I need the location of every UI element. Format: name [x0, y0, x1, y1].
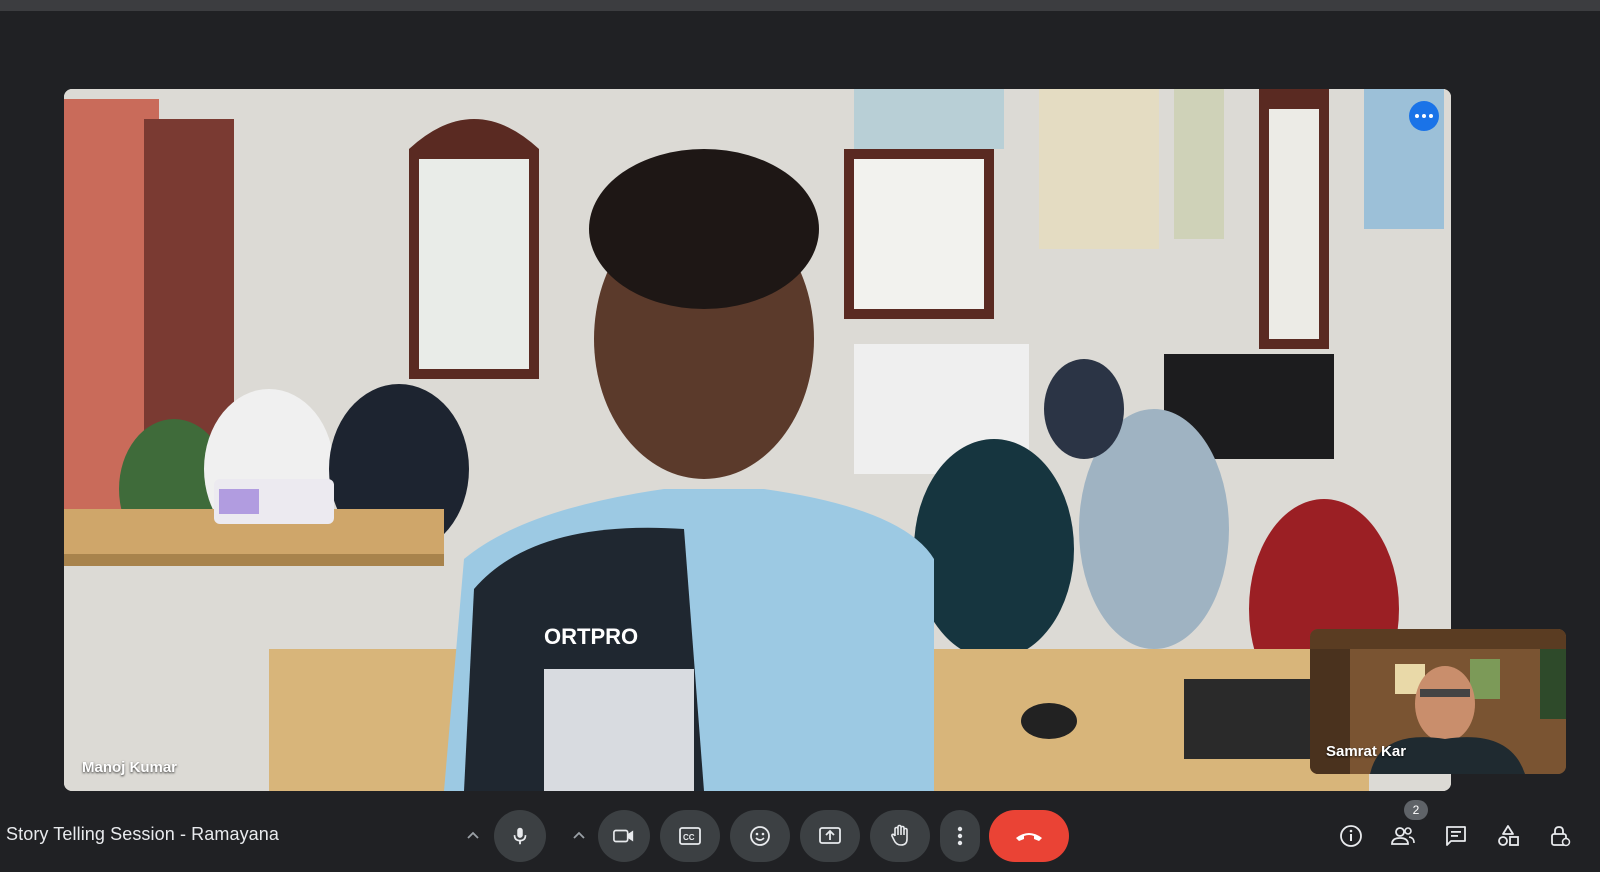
leave-call-button[interactable]: [989, 810, 1069, 862]
info-icon: [1340, 825, 1362, 847]
camera-button[interactable]: [598, 810, 650, 862]
activities-icon: [1498, 825, 1519, 846]
chevron-up-icon: [573, 831, 585, 839]
video-frame-classroom: ORTPRO: [64, 89, 1451, 791]
self-view-video[interactable]: Samrat Kar: [1310, 629, 1566, 774]
meeting-title: Story Telling Session - Ramayana: [6, 824, 279, 844]
raise-hand-icon: [891, 824, 908, 846]
present-screen-icon: [819, 827, 841, 844]
chat-button[interactable]: [1438, 818, 1474, 854]
captions-button[interactable]: CC: [660, 810, 720, 862]
video-options-button[interactable]: [555, 810, 603, 862]
main-participant-name: Manoj Kumar: [82, 759, 178, 776]
reactions-button[interactable]: [730, 810, 790, 862]
people-button[interactable]: [1385, 818, 1421, 854]
chat-icon: [1446, 826, 1466, 846]
meeting-details-button[interactable]: [1333, 818, 1369, 854]
self-participant-name: Samrat Kar: [1326, 743, 1407, 760]
more-horiz-icon: [1415, 114, 1419, 118]
present-now-button[interactable]: [800, 810, 860, 862]
chevron-up-icon: [467, 831, 479, 839]
microphone-icon: [513, 827, 527, 845]
end-call-icon: [1016, 833, 1042, 841]
participant-count-badge: 2: [1404, 800, 1428, 820]
microphone-button[interactable]: [494, 810, 546, 862]
svg-text:CC: CC: [683, 833, 695, 842]
tile-more-options-button[interactable]: [1409, 101, 1439, 131]
closed-captions-icon: CC: [679, 827, 701, 845]
audio-options-button[interactable]: [449, 810, 497, 862]
window-top-bar: [0, 0, 1600, 11]
more-vert-icon: [957, 826, 963, 846]
emoji-icon: [750, 826, 770, 846]
svg-text:ORTPRO: ORTPRO: [544, 624, 638, 649]
host-controls-icon: [1551, 826, 1571, 847]
host-controls-button[interactable]: [1542, 818, 1578, 854]
raise-hand-button[interactable]: [870, 810, 930, 862]
main-participant-video[interactable]: ORTPRO Manoj Kumar: [64, 89, 1451, 791]
activities-button[interactable]: [1490, 818, 1526, 854]
video-camera-icon: [613, 829, 634, 843]
people-icon: [1391, 827, 1415, 845]
more-options-button[interactable]: [940, 810, 980, 862]
